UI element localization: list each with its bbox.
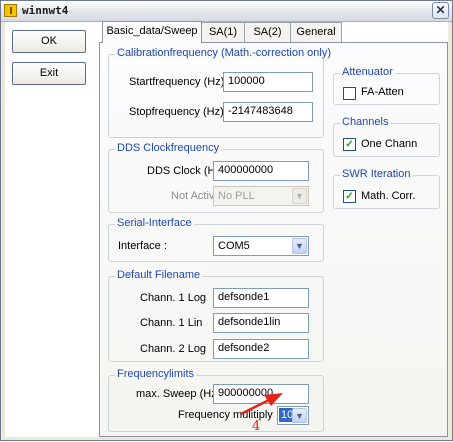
stop-frequency-label: Stopfrequency (Hz) <box>129 106 224 118</box>
math-corr-checkbox[interactable]: ✓ <box>343 190 356 203</box>
max-sweep-label: max. Sweep (Hz) <box>136 388 221 400</box>
one-chann-checkbox[interactable]: ✓ <box>343 138 356 151</box>
calibration-group: Calibrationfrequency (Math.-correction o… <box>108 47 333 138</box>
attenuator-group: Attenuator FA-Atten <box>333 66 440 105</box>
chevron-down-icon: ▼ <box>292 188 307 204</box>
one-chann-label: One Chann <box>361 138 418 150</box>
app-icon <box>4 4 17 17</box>
close-icon: ✕ <box>435 3 446 17</box>
dds-clock-field[interactable]: 400000000 <box>213 161 309 181</box>
exit-button[interactable]: Exit <box>12 62 86 85</box>
start-frequency-field[interactable]: 100000 <box>223 72 313 92</box>
channels-group: Channels ✓ One Chann <box>333 116 440 157</box>
math-corr-label: Math. Corr. <box>361 190 416 202</box>
serial-group-title: Serial-Interface <box>115 217 194 229</box>
tab-sa1[interactable]: SA(1) <box>201 22 245 42</box>
chann1-lin-label: Chann. 1 Lin <box>140 317 203 329</box>
frequency-multiply-select[interactable]: 10 ▼ <box>277 406 309 425</box>
chann1-lin-field[interactable]: defsonde1lin <box>213 313 309 333</box>
title-bar[interactable]: winnwt4 ✕ <box>1 1 452 22</box>
annotation-number: 4 <box>252 419 261 434</box>
frequency-limits-group: Frequencylimits max. Sweep (Hz) 90000000… <box>108 368 324 432</box>
tab-sa2[interactable]: SA(2) <box>244 22 291 42</box>
tab-general[interactable]: General <box>290 22 342 42</box>
channels-group-title: Channels <box>340 116 391 128</box>
calibration-group-title: Calibrationfrequency (Math.-correction o… <box>115 47 333 59</box>
start-frequency-label: Startfrequency (Hz) <box>129 76 225 88</box>
tab-panel: Calibrationfrequency (Math.-correction o… <box>99 42 448 437</box>
ok-button[interactable]: OK <box>12 30 86 53</box>
frequencylimits-group-title: Frequencylimits <box>115 368 197 380</box>
swr-iteration-group: SWR Iteration ✓ Math. Corr. <box>333 168 440 209</box>
chann1-log-field[interactable]: defsonde1 <box>213 288 309 308</box>
tab-basic-data-sweep[interactable]: Basic_data/Sweep <box>102 21 202 43</box>
close-button[interactable]: ✕ <box>432 2 449 19</box>
interface-label: Interface : <box>118 240 167 252</box>
fa-atten-label: FA-Atten <box>361 86 404 98</box>
filename-group-title: Default Filename <box>115 269 203 281</box>
interface-select[interactable]: COM5 ▼ <box>213 236 309 256</box>
window-title: winnwt4 <box>22 4 69 17</box>
chann2-log-field[interactable]: defsonde2 <box>213 339 309 359</box>
stop-frequency-field[interactable]: -2147483648 <box>223 102 313 122</box>
settings-window: winnwt4 ✕ OK Exit Basic_data/Sweep SA(1)… <box>0 0 453 441</box>
chevron-down-icon: ▼ <box>292 238 307 254</box>
interface-select-value: COM5 <box>218 240 250 252</box>
pll-select[interactable]: No PLL ▼ <box>213 186 309 206</box>
fa-atten-checkbox[interactable] <box>343 87 356 100</box>
serial-interface-group: Serial-Interface Interface : COM5 ▼ <box>108 217 324 262</box>
default-filename-group: Default Filename Chann. 1 Log defsonde1 … <box>108 269 324 362</box>
pll-select-value: No PLL <box>218 190 255 202</box>
attenuator-group-title: Attenuator <box>340 66 395 78</box>
swr-group-title: SWR Iteration <box>340 168 413 180</box>
client-area: OK Exit Basic_data/Sweep SA(1) SA(2) Gen… <box>5 21 448 437</box>
dds-clock-group: DDS Clockfrequency DDS Clock (HZ) 400000… <box>108 142 324 213</box>
dds-group-title: DDS Clockfrequency <box>115 142 222 154</box>
chevron-down-icon: ▼ <box>292 408 307 423</box>
chann2-log-label: Chann. 2 Log <box>140 343 207 355</box>
chann1-log-label: Chann. 1 Log <box>140 292 207 304</box>
max-sweep-field[interactable]: 900000000 <box>213 384 309 404</box>
